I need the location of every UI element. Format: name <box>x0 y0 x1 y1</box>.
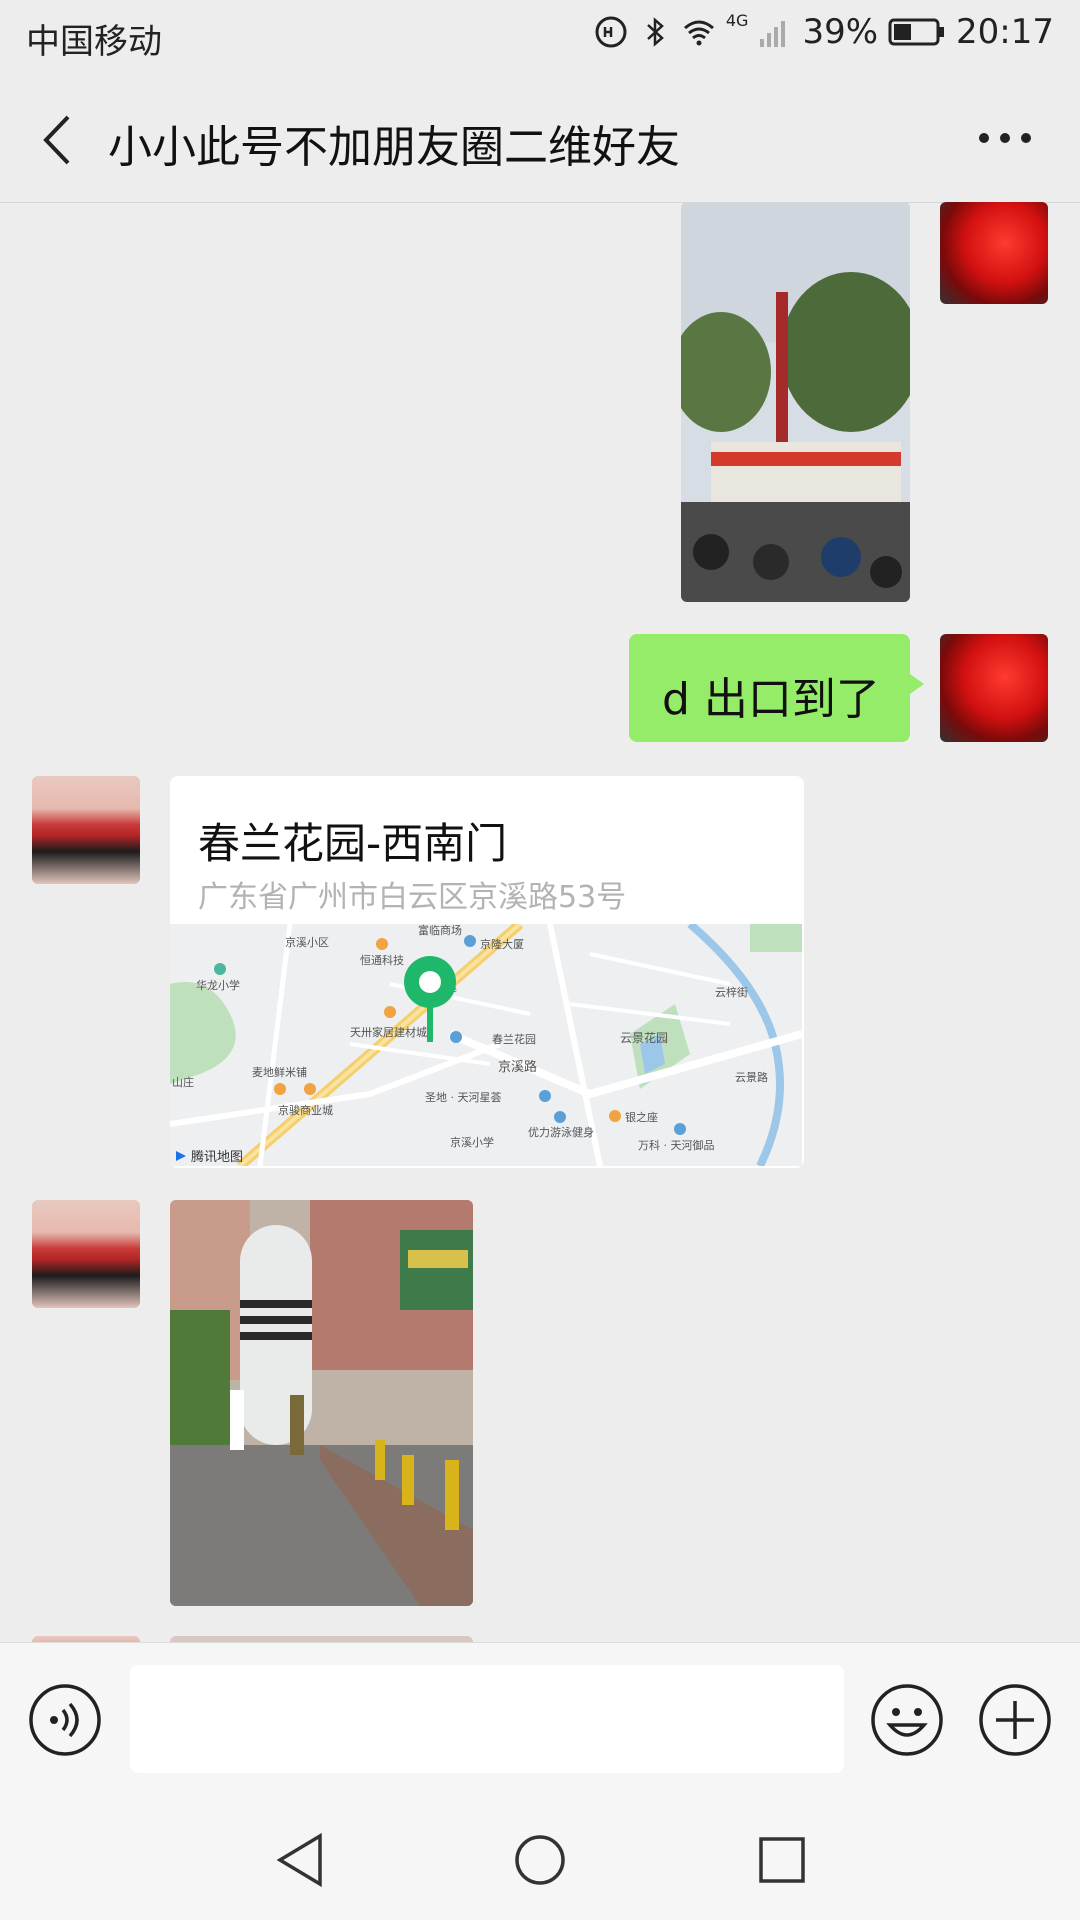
map-pin-icon <box>404 956 456 1042</box>
tencent-map-icon <box>176 1150 186 1161</box>
map-provider-logo: 腾讯地图 <box>174 1146 243 1165</box>
map-provider-name: 腾讯地图 <box>191 1150 244 1165</box>
map-label: 云景路 <box>735 1071 768 1084</box>
nav-back-icon[interactable] <box>272 1830 328 1890</box>
my-avatar[interactable] <box>940 202 1048 304</box>
my-avatar[interactable] <box>940 634 1048 742</box>
chat-message-list[interactable]: d 出口到了 春兰花园-西南门 广东省广州市白云区京溪路53号 京溪小区 富临商… <box>0 202 1080 1642</box>
nav-recent-apps-icon[interactable] <box>754 1830 810 1890</box>
battery-icon <box>888 18 945 46</box>
contact-avatar[interactable] <box>32 1200 140 1308</box>
network-type: 4G <box>725 10 749 30</box>
message-input[interactable] <box>130 1665 844 1773</box>
map-label: 万科 · 天河御品 <box>638 1139 715 1152</box>
map-label: 春兰花园 <box>492 1033 536 1046</box>
clock: 20:17 <box>956 12 1054 52</box>
emoji-icon[interactable] <box>870 1683 944 1757</box>
system-navigation-bar <box>0 1798 1080 1920</box>
sent-text-bubble[interactable]: d 出口到了 <box>629 634 924 742</box>
location-card[interactable]: 春兰花园-西南门 广东省广州市白云区京溪路53号 京溪小区 富临商场 京隆大厦 … <box>170 776 804 1168</box>
carrier-name: 中国移动 <box>26 22 162 62</box>
map-label: 圣地 · 天河星荟 <box>425 1091 502 1104</box>
received-photo-image <box>170 1200 473 1606</box>
map-label: 富临商场 <box>418 924 462 937</box>
map-label: 云景花园 <box>620 1031 669 1045</box>
battery-percent: 39% <box>802 12 879 52</box>
back-arrow-icon[interactable] <box>30 105 90 175</box>
contact-avatar[interactable] <box>32 776 140 884</box>
map-label: 京溪小区 <box>285 936 329 949</box>
location-map[interactable]: 京溪小区 富临商场 京隆大厦 恒通科技 华龙小学 京溪 天卅家居建材城 春兰花园… <box>170 924 802 1166</box>
received-photo-street[interactable] <box>170 1200 473 1606</box>
map-label: 银之座 <box>625 1111 658 1124</box>
more-options-icon[interactable] <box>970 113 1040 163</box>
page-title: 小小此号不加朋友圈二维好友 <box>108 122 680 173</box>
map-label: 京隆大厦 <box>480 938 524 951</box>
map-label: 优力游泳健身 <box>528 1126 594 1139</box>
map-label: 京溪小学 <box>450 1136 494 1149</box>
message-text: d 出口到了 <box>662 674 880 725</box>
map-label: 京溪路 <box>498 1060 538 1075</box>
location-address: 广东省广州市白云区京溪路53号 <box>198 880 627 915</box>
message-input-bar <box>0 1642 1080 1799</box>
bluetooth-icon <box>647 17 664 47</box>
map-label: 京骏商业城 <box>278 1104 333 1117</box>
status-bar: 中国移动 4G 39% 20:17 <box>0 0 1080 75</box>
nav-home-icon[interactable] <box>512 1830 568 1890</box>
street-photo-image <box>681 202 910 602</box>
chat-header: 小小此号不加朋友圈二维好友 <box>0 75 1080 203</box>
plus-icon[interactable] <box>978 1683 1052 1757</box>
map-label: 华龙小学 <box>196 979 240 992</box>
wifi-icon <box>683 20 714 46</box>
location-title: 春兰花园-西南门 <box>198 819 508 868</box>
map-label: 云梓街 <box>715 986 748 999</box>
hd-call-icon <box>595 16 627 48</box>
map-background <box>170 924 802 1166</box>
voice-input-icon[interactable] <box>28 1683 102 1757</box>
signal-icon <box>760 21 786 47</box>
map-label: 麦地鲜米铺 <box>252 1066 307 1079</box>
map-label: 山庄 <box>172 1076 194 1089</box>
map-label: 恒通科技 <box>360 954 404 967</box>
sent-photo-street[interactable] <box>681 202 910 602</box>
status-icons: 4G 39% 20:17 <box>594 10 1054 52</box>
